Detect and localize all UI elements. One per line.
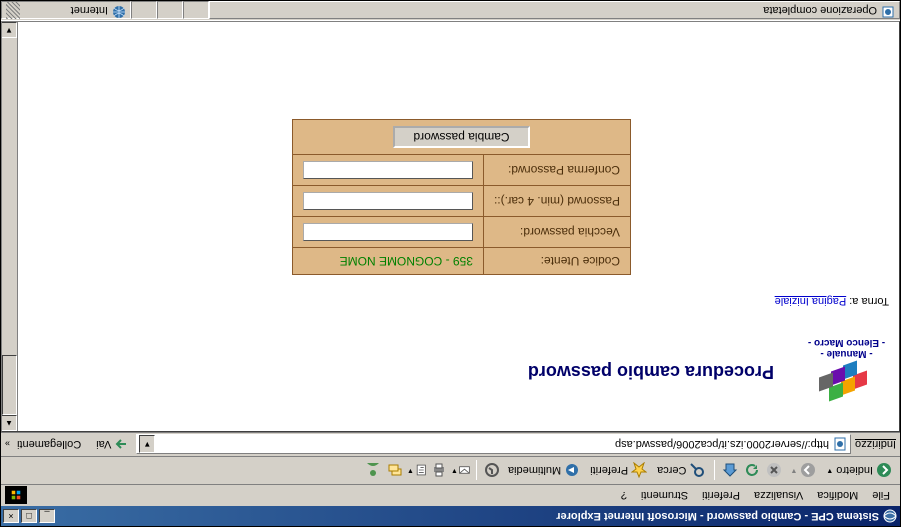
macro-list-link[interactable]: - Elenco Macro - (808, 337, 885, 348)
menubar: File Modifica Visualizza Preferiti Strum… (1, 484, 900, 506)
menu-edit[interactable]: Modifica (811, 488, 864, 504)
minimize-button[interactable]: _ (39, 509, 55, 523)
titlebar: Sistema CPE - Cambio password - Microsof… (1, 506, 900, 526)
links-chevron-icon[interactable]: » (5, 440, 10, 450)
resize-grip[interactable] (6, 2, 20, 20)
discuss-icon (387, 463, 403, 479)
menu-help[interactable]: ? (615, 488, 633, 504)
page-icon (832, 437, 848, 453)
stop-button[interactable] (764, 461, 784, 481)
user-code-value: 359 - COGNOME NOME (292, 248, 483, 275)
windows-logo-icon (5, 487, 27, 505)
status-pane-1 (183, 2, 209, 20)
menu-tools[interactable]: Strumenti (635, 488, 694, 504)
history-button[interactable] (482, 461, 502, 481)
window-buttons: _ □ × (3, 509, 55, 523)
window-title: Sistema CPE - Cambio password - Microsof… (55, 510, 879, 522)
change-password-button[interactable] (393, 126, 529, 148)
maximize-button[interactable]: □ (21, 509, 37, 523)
password-form-table: Codice Utente: 359 - COGNOME NOME Vecchi… (292, 119, 631, 275)
home-icon (722, 463, 738, 479)
home-button[interactable] (720, 461, 740, 481)
user-code-label: Codice Utente: (483, 248, 630, 275)
menu-view[interactable]: Visualizza (748, 488, 809, 504)
new-password-label: Passorwd (min. 4 car.):: (483, 186, 630, 217)
done-icon (881, 2, 895, 19)
refresh-button[interactable] (742, 461, 762, 481)
links-label[interactable]: Collegamenti (14, 439, 84, 451)
favorites-button[interactable]: Preferiti (586, 461, 651, 481)
ie-icon (882, 508, 898, 524)
address-combobox[interactable]: http://server2000.izs.it/pca2006/passwd.… (136, 435, 851, 455)
back-arrow-icon (876, 463, 892, 479)
confirm-password-input[interactable] (303, 161, 473, 179)
search-icon (689, 463, 705, 479)
manual-link[interactable]: - Manuale - (820, 348, 872, 359)
star-icon (631, 463, 647, 479)
statusbar: Operazione completata Internet (1, 1, 900, 21)
messenger-button[interactable] (363, 461, 383, 481)
logo-icon (816, 359, 878, 421)
vertical-scrollbar[interactable]: ▲ ▼ (2, 22, 18, 431)
menu-favorites[interactable]: Preferiti (696, 488, 746, 504)
print-icon (431, 463, 447, 479)
toolbar-separator (476, 461, 477, 481)
page-title: Procedura cambio password (34, 361, 774, 397)
old-password-input[interactable] (303, 223, 473, 241)
status-text-pane: Operazione completata (209, 2, 900, 20)
close-button[interactable]: × (3, 509, 19, 523)
mail-icon (458, 463, 471, 479)
internet-zone-pane: Internet (1, 2, 131, 20)
history-icon (484, 463, 500, 479)
forward-button[interactable]: ▼ (786, 461, 820, 481)
content-viewport: - Manuale - - Elenco Macro - Procedura c… (1, 21, 900, 432)
media-icon (564, 463, 580, 479)
status-pane-3 (131, 2, 157, 20)
edit-icon (414, 463, 427, 479)
go-icon (114, 438, 128, 452)
toolbar-separator (714, 461, 715, 481)
back-to-label: Torna a: (849, 295, 889, 307)
zone-text: Internet (71, 5, 108, 17)
scroll-up-button[interactable]: ▲ (1, 415, 17, 431)
status-pane-2 (157, 2, 183, 20)
discuss-button[interactable] (385, 461, 405, 481)
confirm-password-label: Conferma Passorwd: (483, 155, 630, 186)
print-button[interactable] (429, 461, 449, 481)
address-label: Indirizzo (855, 439, 896, 451)
old-password-label: Vecchia password: (483, 217, 630, 248)
browser-window: Sistema CPE - Cambio password - Microsof… (0, 0, 901, 527)
logo-block: - Manuale - - Elenco Macro - (804, 337, 889, 421)
scroll-thumb[interactable] (2, 355, 17, 415)
breadcrumb: Torna a: Pagina Iniziale (34, 295, 889, 307)
addressbar: Indirizzo http://server2000.izs.it/pca20… (1, 432, 900, 456)
toolbar: Indietro ▼ ▼ Cerca Preferiti Multimedia (1, 456, 900, 484)
page-body: - Manuale - - Elenco Macro - Procedura c… (18, 22, 899, 431)
stop-icon (766, 463, 782, 479)
back-button[interactable]: Indietro ▼ (822, 461, 896, 481)
globe-icon (112, 2, 126, 19)
go-button[interactable]: Vai (92, 436, 132, 454)
search-button[interactable]: Cerca (653, 461, 709, 481)
new-password-input[interactable] (303, 192, 473, 210)
forward-arrow-icon (800, 463, 816, 479)
media-button[interactable]: Multimedia (504, 461, 584, 481)
mail-button[interactable]: ▼ (451, 461, 471, 481)
edit-button[interactable]: ▼ (407, 461, 427, 481)
address-dropdown-button[interactable]: ▼ (139, 436, 155, 454)
person-icon (365, 463, 381, 479)
scroll-down-button[interactable]: ▼ (1, 22, 17, 38)
menu-file[interactable]: File (866, 488, 896, 504)
page-header: - Manuale - - Elenco Macro - Procedura c… (34, 337, 889, 421)
address-url: http://server2000.izs.it/pca2006/passwd.… (155, 439, 829, 451)
home-page-link[interactable]: Pagina Iniziale (775, 295, 847, 307)
status-text: Operazione completata (763, 5, 877, 17)
refresh-icon (744, 463, 760, 479)
